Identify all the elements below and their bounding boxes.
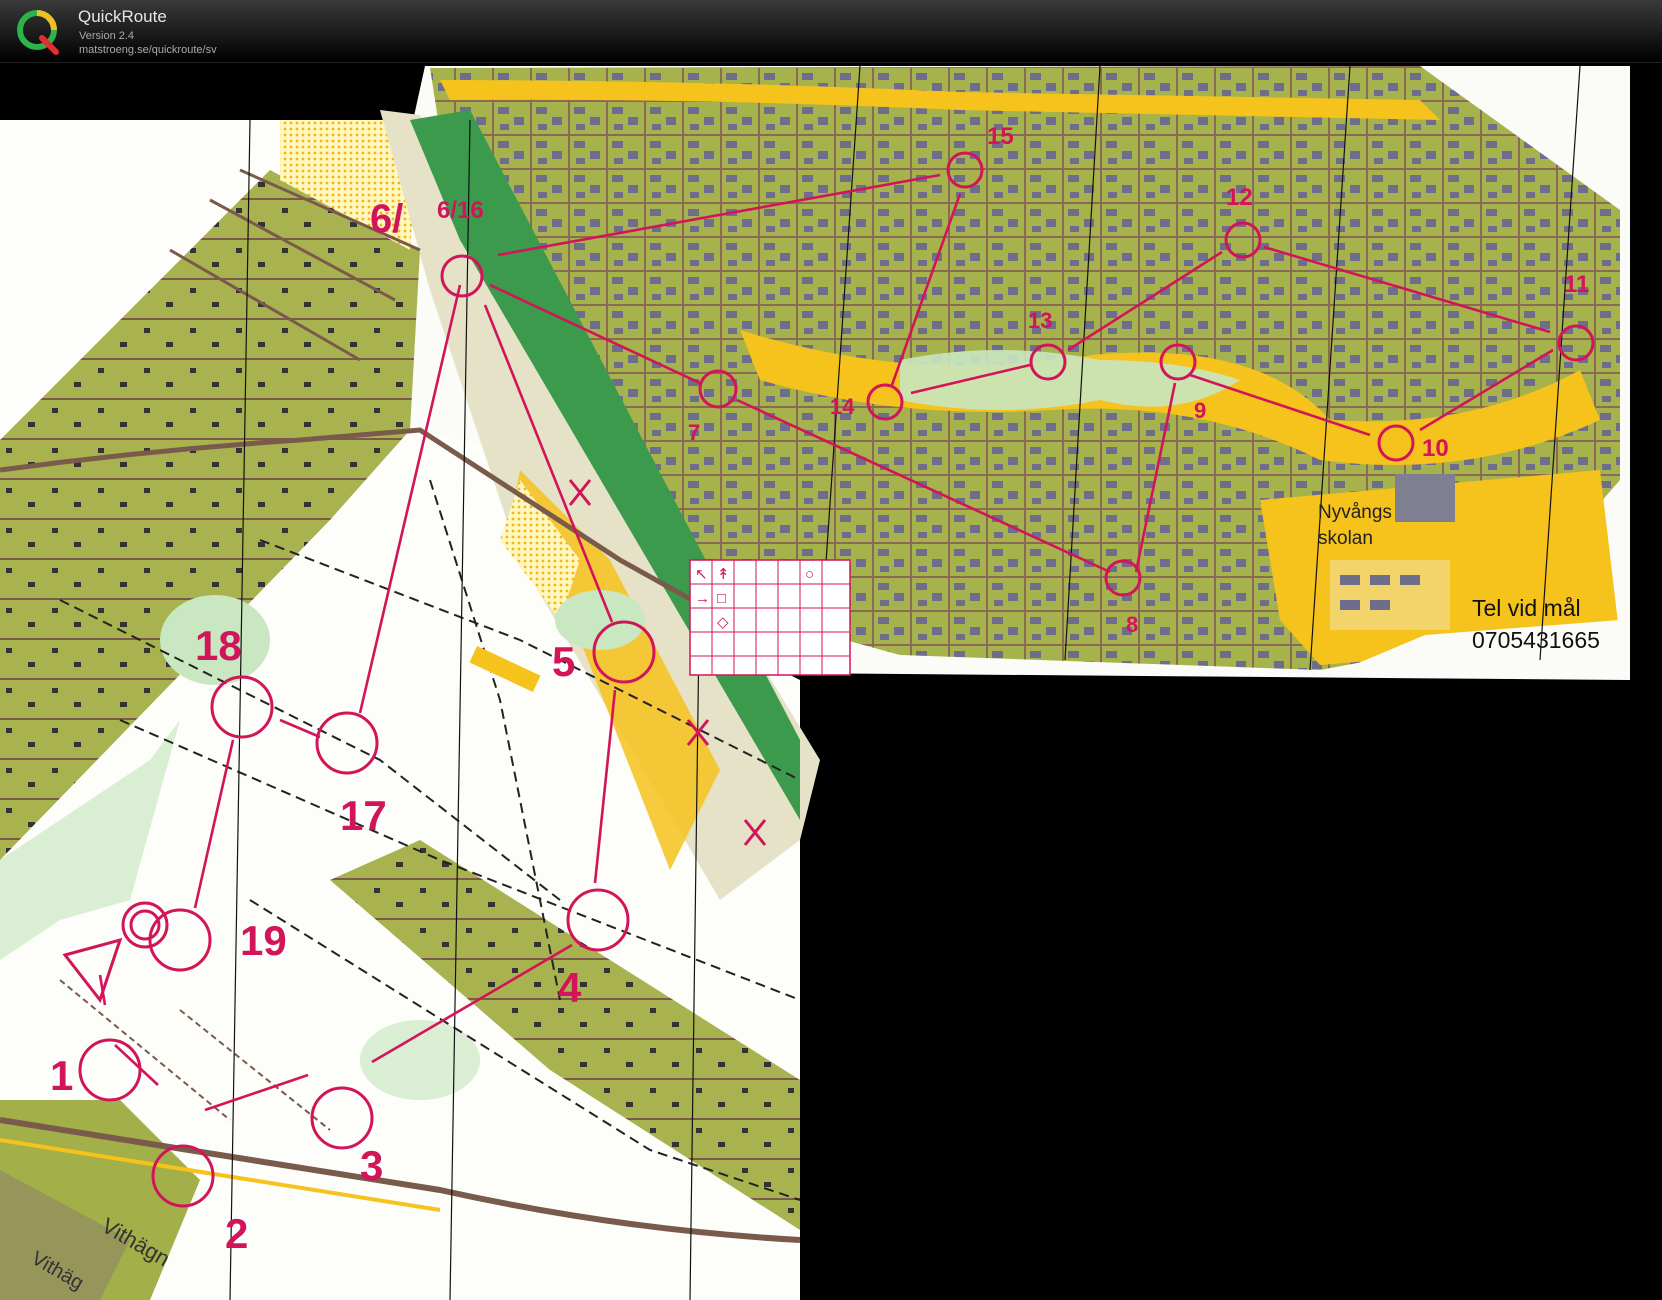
control-label-6-16: 6/16 bbox=[437, 197, 484, 224]
quickroute-logo-icon bbox=[17, 10, 59, 55]
app-version: Version 2.4 bbox=[79, 30, 135, 42]
info-phone-number: 0705431665 bbox=[1472, 627, 1600, 653]
control-label-19: 19 bbox=[240, 917, 287, 964]
control-label-10: 10 bbox=[1422, 435, 1449, 462]
control-label-3: 3 bbox=[360, 1142, 383, 1189]
control-label-13: 13 bbox=[1028, 308, 1052, 333]
control-label-8: 8 bbox=[1126, 612, 1138, 637]
control-label-6: 6/ bbox=[370, 197, 403, 241]
control-label-7: 7 bbox=[688, 420, 700, 445]
school-label-2: skolan bbox=[1318, 528, 1373, 549]
svg-text:↖: ↖ bbox=[695, 566, 708, 583]
control-label-11: 11 bbox=[1564, 271, 1589, 298]
control-label-9: 9 bbox=[1194, 398, 1206, 423]
app-title: QuickRoute bbox=[78, 7, 167, 26]
school-label-1: Nyvångs bbox=[1318, 502, 1392, 523]
info-phone-label: Tel vid mål bbox=[1472, 595, 1581, 621]
control-label-1: 1 bbox=[50, 1052, 73, 1099]
control-label-12: 12 bbox=[1226, 184, 1253, 211]
svg-text:◇: ◇ bbox=[717, 614, 729, 631]
orienteering-map[interactable]: ↖ ↟ → □ ◇ ○ 1 2 3 4 5 6/ 6/16 7 8 9 10 1… bbox=[0, 62, 1662, 1300]
title-bar: QuickRoute Version 2.4 matstroeng.se/qui… bbox=[0, 0, 1662, 63]
svg-text:↟: ↟ bbox=[717, 566, 730, 583]
svg-text:○: ○ bbox=[805, 566, 814, 583]
control-label-14: 14 bbox=[830, 394, 855, 419]
control-label-17: 17 bbox=[340, 792, 387, 839]
control-label-2: 2 bbox=[225, 1210, 248, 1257]
svg-text:→: → bbox=[695, 590, 710, 607]
control-description-grid bbox=[689, 559, 851, 676]
control-label-4: 4 bbox=[558, 964, 582, 1011]
control-label-5: 5 bbox=[552, 638, 575, 685]
control-label-18: 18 bbox=[195, 622, 242, 669]
app-url[interactable]: matstroeng.se/quickroute/sv bbox=[79, 44, 217, 56]
control-label-15: 15 bbox=[987, 123, 1014, 150]
svg-text:□: □ bbox=[717, 590, 726, 607]
